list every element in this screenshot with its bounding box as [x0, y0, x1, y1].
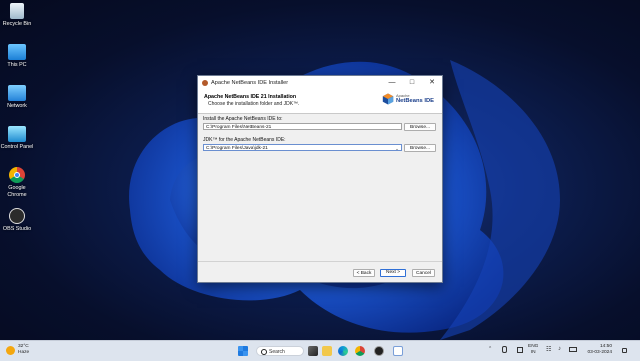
install-location-label: Install the Apache NetBeans IDE to: — [203, 116, 283, 122]
recycle-bin-icon — [10, 3, 24, 19]
header-subtitle: Choose the installation folder and JDK™. — [208, 101, 300, 107]
obs-icon — [9, 208, 25, 224]
netbeans-app-icon — [202, 79, 208, 86]
desktop-icon-network[interactable]: Network — [0, 85, 34, 110]
battery-icon[interactable] — [569, 347, 577, 352]
notification-icon[interactable] — [622, 348, 627, 353]
desktop-icon-recycle-bin[interactable]: Recycle Bin — [0, 3, 34, 28]
taskbar: 32°C Haze Search ⌃ ENG IN ☷ ♪ 14:50 03-0… — [0, 340, 640, 361]
desktop-icon-control-panel[interactable]: Control Panel — [0, 126, 34, 151]
network-icon — [8, 85, 26, 101]
desktop-icon-label: Google Chrome — [7, 185, 27, 198]
sun-icon — [6, 346, 15, 355]
title-bar: Apache NetBeans IDE Installer — □ ✕ — [198, 76, 442, 89]
chrome-taskbar-icon[interactable] — [355, 346, 365, 356]
file-explorer-icon[interactable] — [322, 346, 332, 356]
task-view-icon[interactable] — [308, 346, 318, 356]
language-indicator[interactable]: ENG IN — [528, 344, 538, 356]
desktop-icon-label: Network — [7, 103, 27, 109]
close-icon[interactable]: ✕ — [422, 76, 442, 89]
netbeans-cube-icon — [382, 93, 394, 105]
clock[interactable]: 14:50 03-03-2024 — [580, 344, 612, 356]
desktop-icon-label: This PC — [7, 62, 27, 68]
desktop-icon-this-pc[interactable]: This PC — [0, 44, 34, 69]
header-title: Apache NetBeans IDE 21 Installation — [204, 94, 297, 100]
netbeans-taskbar-icon[interactable] — [393, 346, 403, 356]
jdk-select-value: C:\Program Files\Java\jdk-21 — [206, 146, 268, 151]
onedrive-icon[interactable] — [517, 347, 523, 353]
jdk-select[interactable]: C:\Program Files\Java\jdk-21 ⌄ — [203, 144, 402, 151]
browse-install-button[interactable]: Browse... — [404, 123, 436, 131]
browse-jdk-button[interactable]: Browse... — [404, 144, 436, 152]
weather-condition: Haze — [18, 350, 30, 355]
installer-header: Apache NetBeans IDE 21 Installation Choo… — [198, 89, 442, 114]
button-separator — [198, 261, 442, 262]
desktop-icon-obs-studio[interactable]: OBS Studio — [0, 208, 34, 233]
netbeans-logo: Apache NetBeans IDE — [382, 93, 434, 105]
control-panel-icon — [8, 126, 26, 142]
jdk-label: JDK™ for the Apache NetBeans IDE: — [203, 137, 286, 143]
desktop-icon-google-chrome[interactable]: Google Chrome — [0, 167, 34, 199]
cancel-button[interactable]: Cancel — [412, 269, 435, 277]
installer-window: Apache NetBeans IDE Installer — □ ✕ Apac… — [197, 75, 443, 283]
windows-start-icon[interactable] — [238, 346, 248, 356]
search-label: Search — [269, 349, 285, 355]
clock-date: 03-03-2024 — [587, 350, 612, 355]
chevron-up-icon[interactable]: ⌃ — [488, 347, 492, 352]
chevron-down-icon[interactable]: ⌄ — [395, 145, 399, 152]
weather-widget[interactable]: 32°C Haze — [6, 344, 29, 356]
computer-icon — [8, 44, 26, 60]
microphone-icon[interactable] — [502, 346, 507, 353]
obs-taskbar-icon[interactable] — [374, 346, 384, 356]
region-code: IN — [530, 350, 536, 355]
search-icon — [261, 349, 267, 355]
desktop-icon-label: Recycle Bin — [2, 21, 32, 27]
edge-icon[interactable] — [338, 346, 348, 356]
window-title: Apache NetBeans IDE Installer — [211, 79, 289, 86]
desktop-icon-label: Control Panel — [0, 144, 34, 150]
desktop-icon-label: OBS Studio — [2, 226, 32, 232]
chrome-icon — [9, 167, 25, 183]
next-button[interactable]: Next > — [380, 269, 406, 277]
minimize-icon[interactable]: — — [382, 76, 402, 89]
taskbar-search[interactable]: Search — [256, 346, 304, 356]
volume-icon[interactable]: ♪ — [558, 346, 561, 352]
install-location-field[interactable]: C:\Program Files\NetBeans-21 — [203, 123, 402, 130]
logo-netbeans-text: NetBeans IDE — [395, 98, 434, 104]
wifi-icon[interactable]: ☷ — [546, 346, 551, 353]
back-button[interactable]: < Back — [353, 269, 375, 277]
maximize-icon[interactable]: □ — [402, 76, 422, 89]
